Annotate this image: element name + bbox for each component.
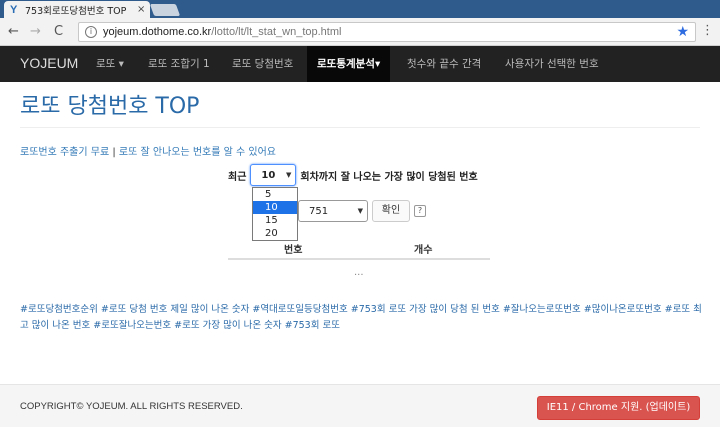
results-table-header: 번호 개수 [228,238,490,260]
reload-icon[interactable]: C [54,24,63,39]
browser-tabstrip: Y 753회로또당첨번호 TOP × [0,0,720,18]
top-links: 로또번호 주출기 무료 | 로또 잘 안나오는 번호를 알 수 있어요 [20,143,276,158]
recent-count-select[interactable]: 10 ▼ [250,164,297,186]
chevron-down-icon: ▼ [357,207,363,215]
nav-first-last-gap[interactable]: 첫수와 끝수 간격 [407,46,481,82]
hashtag-text: #로또당첨번호순위 #로또 당첨 번호 제일 많이 나온 숫자 #역대로또일등당… [20,304,702,331]
column-header-count: 개수 [414,245,433,256]
site-navbar: YOJEUM 로또 ▾ 로또 조합기 1 로또 당첨번호 로또통계분석▾ 첫수와… [0,46,720,82]
browser-tab[interactable]: Y 753회로또당첨번호 TOP × [4,1,150,18]
site-info-icon[interactable]: i [85,26,97,38]
nav-lotto-statistics[interactable]: 로또통계분석▾ [307,46,391,82]
browser-toolbar: ← → C i yojeum.dothome.co.kr/lotto/lt/lt… [0,18,720,46]
round-select[interactable]: 751 ▼ [298,200,368,222]
page-title: 로또 당첨번호 TOP [20,94,200,119]
footer: COPYRIGHT© YOJEUM. ALL RIGHTS RESERVED. … [0,384,720,427]
url-host: yojeum.dothome.co.kr [103,26,212,38]
browser-menu-icon[interactable]: ⋮ [701,23,714,38]
url-path: /lotto/lt/lt_stat_wn_top.html [211,26,342,38]
recent-suffix-label: 회차까지 잘 나오는 가장 많이 당첨된 번호 [300,171,478,183]
address-bar[interactable]: i yojeum.dothome.co.kr/lotto/lt/lt_stat_… [78,22,696,42]
title-divider [20,127,700,128]
brand-logo[interactable]: YOJEUM [20,55,78,71]
nav-lotto-winning-numbers[interactable]: 로또 당첨번호 [232,46,293,82]
help-icon[interactable]: ? [414,205,426,217]
copyright-text: COPYRIGHT© YOJEUM. ALL RIGHTS RESERVED. [20,401,243,412]
nav-user-selected-numbers[interactable]: 사용자가 선택한 번호 [505,46,599,82]
tab-title: 753회로또당첨번호 TOP [25,5,127,17]
confirm-button[interactable]: 확인 [372,200,410,222]
new-tab-button[interactable] [149,4,181,16]
dropdown-option[interactable]: 5 [253,188,297,201]
dropdown-option-selected[interactable]: 10 [253,201,297,214]
forward-arrow-icon[interactable]: → [30,24,41,39]
recent-count-value: 10 [261,170,276,181]
nav-lotto-combiner[interactable]: 로또 조합기 1 [148,46,210,82]
url-text: yojeum.dothome.co.kr/lotto/lt/lt_stat_wn… [103,26,341,38]
dropdown-option[interactable]: 15 [253,214,297,227]
recent-count-dropdown: 5 10 15 20 [252,187,298,241]
nav-lotto-dropdown[interactable]: 로또 ▾ [96,46,124,82]
dropdown-option[interactable]: 20 [253,227,297,240]
link-separator: | [109,147,119,158]
loading-ellipsis: ... [354,267,364,278]
recent-filter-row: 최근 10 ▼ 회차까지 잘 나오는 가장 많이 당첨된 번호 [228,164,478,186]
round-select-value: 751 [309,206,329,217]
site-favicon-icon: Y [10,3,18,16]
recent-prefix-label: 최근 [228,171,247,183]
browser-support-button[interactable]: IE11 / Chrome 지원. (업데이트) [537,396,700,420]
rare-numbers-link[interactable]: 로또 잘 안나오는 번호를 알 수 있어요 [119,147,276,158]
back-arrow-icon[interactable]: ← [8,24,19,39]
tab-close-icon[interactable]: × [137,4,145,15]
chevron-down-icon: ▼ [286,171,292,179]
free-number-generator-link[interactable]: 로또번호 주출기 무료 [20,147,109,158]
bookmark-star-icon[interactable]: ★ [676,24,689,40]
column-header-number: 번호 [284,245,303,256]
